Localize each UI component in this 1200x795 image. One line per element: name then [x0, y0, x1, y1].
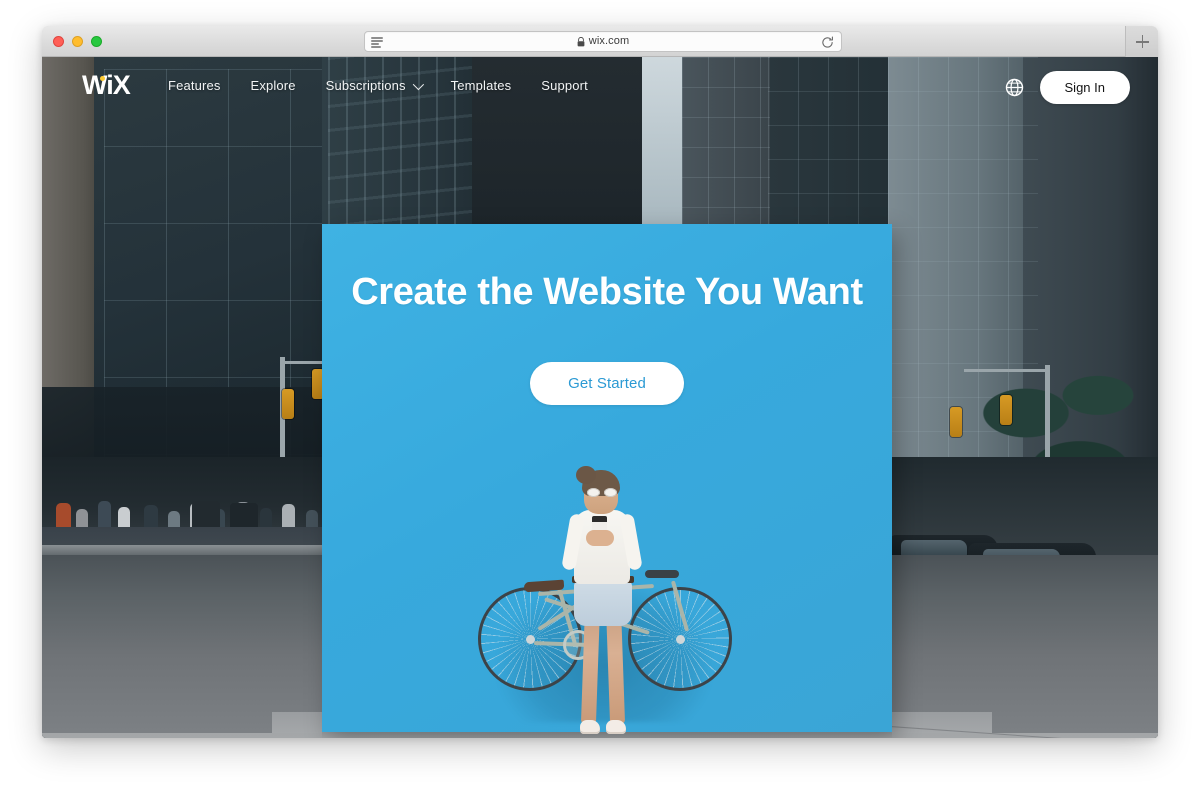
reload-icon[interactable]: [821, 36, 834, 49]
screenshot-canvas: wix.com Create the Website You Want Get …: [0, 0, 1200, 795]
primary-nav: Features Explore Subscriptions Templates…: [168, 78, 588, 93]
minimize-window-button[interactable]: [72, 36, 83, 47]
denim-shorts: [574, 580, 632, 626]
hero-headline: Create the Website You Want: [351, 271, 863, 313]
traffic-light-d: [1000, 395, 1012, 425]
nav-item-features[interactable]: Features: [168, 78, 221, 93]
site-navbar: WiX Features Explore Subscriptions Templ…: [42, 57, 1158, 119]
nav-item-support[interactable]: Support: [541, 78, 588, 93]
nav-label-templates: Templates: [450, 78, 512, 93]
nav-item-templates[interactable]: Templates: [451, 78, 512, 93]
plus-icon: [1135, 35, 1149, 48]
close-window-button[interactable]: [53, 36, 64, 47]
zoom-window-button[interactable]: [91, 36, 102, 47]
nav-label-support: Support: [541, 78, 588, 93]
nav-item-subscriptions[interactable]: Subscriptions: [325, 78, 424, 93]
hero-cta-wrapper: Get Started: [322, 362, 892, 405]
chevron-down-icon: [412, 78, 424, 90]
nav-right-group: Sign In: [1005, 71, 1130, 104]
get-started-button[interactable]: Get Started: [530, 362, 684, 405]
nav-label-explore: Explore: [250, 78, 296, 93]
traffic-light-e: [950, 407, 962, 437]
browser-toolbar: wix.com: [42, 26, 1158, 57]
globe-icon[interactable]: [1005, 78, 1024, 97]
reader-view-icon[interactable]: [371, 37, 383, 48]
lock-icon: [577, 36, 585, 46]
window-controls: [53, 36, 102, 47]
sneaker-right: [606, 720, 626, 734]
page-viewport: Create the Website You Want Get Started: [42, 57, 1158, 738]
cyclist-figure: [442, 452, 762, 738]
hands: [586, 530, 614, 546]
nav-item-explore[interactable]: Explore: [251, 78, 296, 93]
address-bar-content: wix.com: [365, 36, 841, 47]
signal-arm-right: [964, 369, 1050, 372]
nav-label-subscriptions: Subscriptions: [325, 78, 406, 93]
url-text: wix.com: [588, 35, 630, 47]
suv-windshield: [901, 539, 968, 557]
wix-logo-x: X: [112, 70, 131, 100]
sunglasses: [587, 488, 617, 497]
wix-logo-w: W: [82, 70, 107, 100]
woman-figure: [554, 452, 650, 738]
wix-logo[interactable]: WiX: [82, 70, 131, 100]
sneaker-left: [580, 720, 600, 734]
address-bar[interactable]: wix.com: [364, 31, 842, 52]
sign-in-button[interactable]: Sign In: [1039, 71, 1130, 104]
bicycle-handlebar: [645, 570, 679, 578]
traffic-light-a: [282, 389, 294, 419]
nav-label-features: Features: [168, 78, 221, 93]
new-tab-button[interactable]: [1125, 26, 1158, 57]
browser-window: wix.com Create the Website You Want Get …: [42, 26, 1158, 738]
hair-bun: [576, 466, 596, 484]
